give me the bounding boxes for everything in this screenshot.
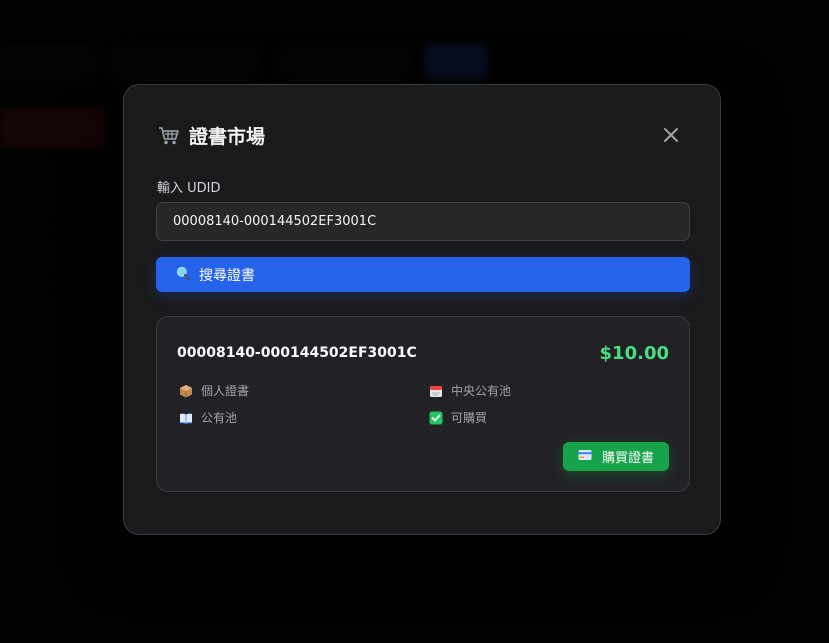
attribute-pool: 中央公有池 [429, 382, 511, 399]
result-udid: 00008140-000144502EF3001C [177, 345, 417, 361]
buy-certificate-button[interactable]: 購買證書 [563, 442, 669, 471]
search-certificate-button[interactable]: 搜尋證書 [156, 257, 690, 292]
attribute-availability: 可購買 [429, 409, 487, 426]
credit-card-icon [578, 449, 592, 464]
package-icon [179, 384, 193, 398]
result-price: $10.00 [599, 343, 669, 364]
cart-icon [158, 126, 180, 146]
udid-input[interactable] [156, 202, 690, 241]
modal-title: 證書市場 [189, 126, 266, 148]
attribute-scope: 公有池 [179, 409, 237, 426]
checkmark-icon [429, 411, 443, 425]
attribute-type: 個人證書 [179, 382, 249, 399]
search-button-label: 搜尋證書 [199, 267, 255, 284]
page: 證書市場 輸入 UDID 搜尋證書 00008140-000144502EF30… [0, 0, 829, 643]
udid-field-label: 輸入 UDID [157, 181, 221, 196]
buy-button-label: 購買證書 [601, 451, 654, 466]
magnifier-icon [176, 266, 191, 283]
certificate-result-card: 00008140-000144502EF3001C $10.00 個人證書 中央… [156, 316, 690, 492]
book-icon [179, 411, 193, 425]
attribute-label: 公有池 [201, 411, 238, 425]
certificate-market-modal: 證書市場 輸入 UDID 搜尋證書 00008140-000144502EF30… [123, 84, 721, 535]
attribute-label: 個人證書 [201, 384, 250, 398]
close-icon[interactable] [662, 126, 680, 144]
attribute-label: 中央公有池 [451, 384, 512, 398]
modal-header: 證書市場 [158, 122, 265, 149]
calendar-icon [429, 384, 443, 398]
attribute-label: 可購買 [451, 411, 488, 425]
